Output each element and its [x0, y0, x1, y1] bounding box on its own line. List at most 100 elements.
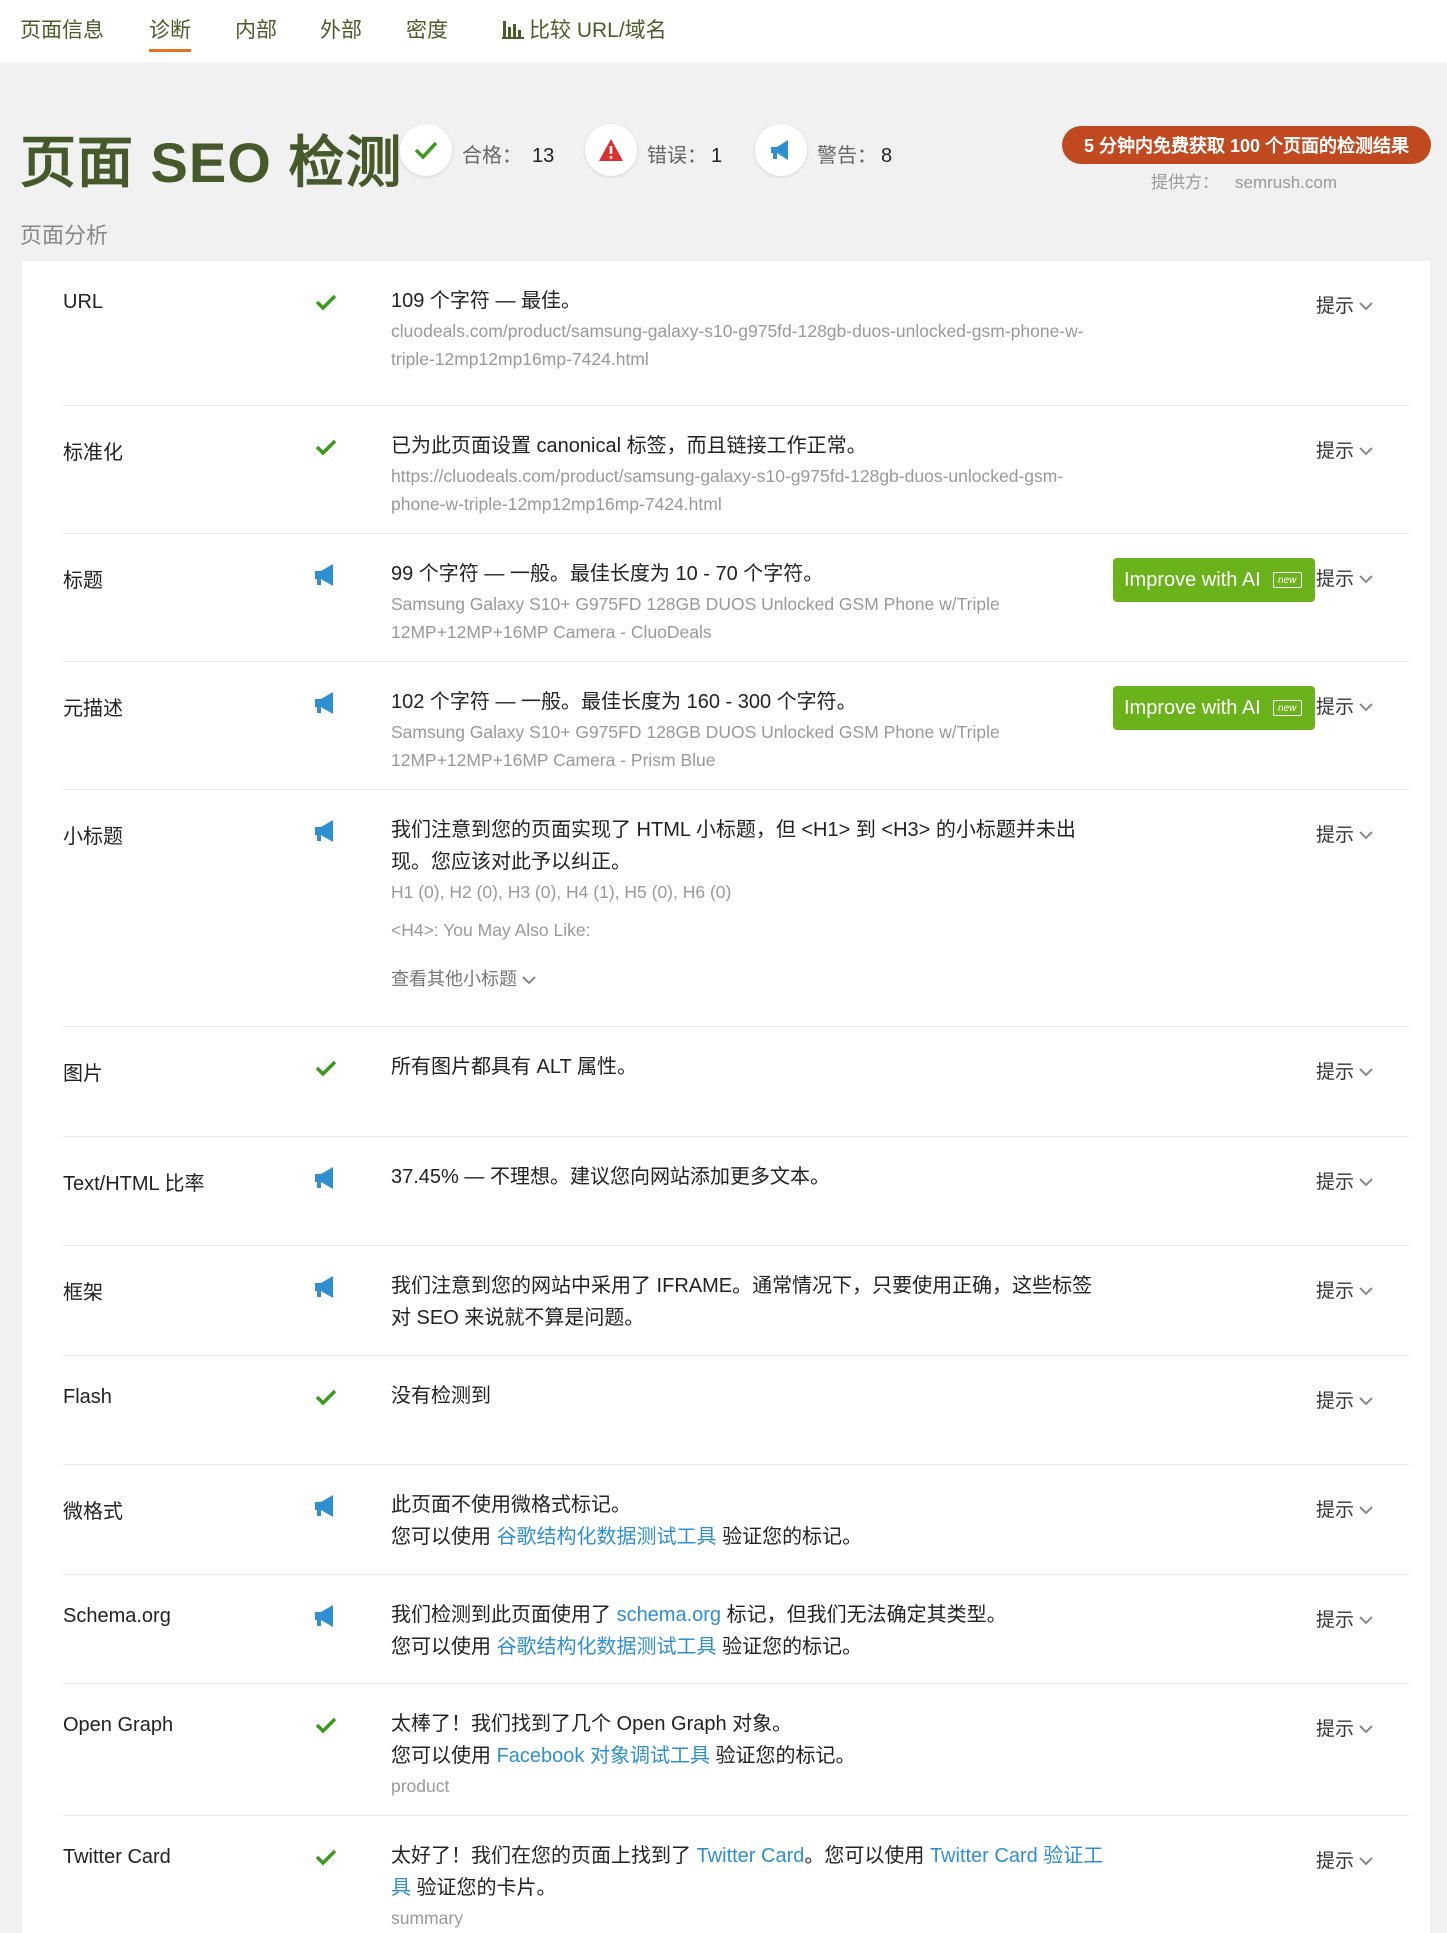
- row-name: Flash: [63, 1386, 112, 1408]
- row-main: 已为此页面设置 canonical 标签，而且链接工作正常。: [391, 435, 867, 457]
- warning-label: 警告：: [817, 145, 877, 167]
- row-sub: Samsung Galaxy S10+ G975FD 128GB DUOS Un…: [391, 722, 1000, 770]
- chevron-down-icon: [1359, 1725, 1373, 1734]
- row-sub: summary: [391, 1908, 463, 1928]
- schema-org-link[interactable]: schema.org: [617, 1604, 722, 1626]
- hint-toggle[interactable]: 提示: [1316, 436, 1373, 463]
- hint-label: 提示: [1316, 441, 1355, 462]
- new-badge: new: [1272, 572, 1302, 588]
- ai-button-label: Improve with AI: [1124, 568, 1261, 591]
- main-mid: 。您可以使用: [804, 1845, 930, 1867]
- warning-count: 8: [881, 145, 893, 167]
- row-name: Schema.org: [63, 1605, 171, 1627]
- hint-toggle[interactable]: 提示: [1316, 1057, 1373, 1084]
- pass-label: 合格：: [462, 145, 522, 167]
- megaphone-icon: [315, 1495, 333, 1517]
- hint-toggle[interactable]: 提示: [1316, 1276, 1373, 1303]
- bar-chart-icon: [502, 21, 524, 39]
- view-more-headings[interactable]: 查看其他小标题: [391, 965, 1111, 991]
- hint-toggle[interactable]: 提示: [1316, 1386, 1373, 1413]
- hint-label: 提示: [1316, 1500, 1355, 1521]
- megaphone-icon: [315, 820, 333, 842]
- row-main: 109 个字符 — 最佳。: [391, 290, 582, 312]
- row-main: 102 个字符 — 一般。最佳长度为 160 - 300 个字符。: [391, 691, 857, 713]
- tab-page-info[interactable]: 页面信息: [20, 14, 104, 44]
- analysis-row-twitter-card: Twitter Card 太好了！我们在您的页面上找到了 Twitter Car…: [63, 1816, 1409, 1933]
- ai-button-label: Improve with AI: [1124, 696, 1261, 719]
- hint-toggle[interactable]: 提示: [1316, 1167, 1373, 1194]
- analysis-row-microformats: 微格式 此页面不使用微格式标记。 您可以使用 谷歌结构化数据测试工具 验证您的标…: [63, 1465, 1409, 1575]
- twitter-card-link[interactable]: Twitter Card: [697, 1845, 805, 1867]
- row-main: 99 个字符 — 一般。最佳长度为 10 - 70 个字符。: [391, 563, 824, 585]
- tab-density[interactable]: 密度: [406, 14, 448, 44]
- improve-with-ai-button[interactable]: Improve with AI new: [1113, 558, 1315, 602]
- row-main: 太棒了！我们找到了几个 Open Graph 对象。: [391, 1713, 793, 1735]
- line2-post: 验证您的标记。: [716, 1526, 863, 1548]
- row-name: 图片: [63, 1063, 103, 1085]
- tab-compare[interactable]: 比较 URL/域名: [502, 14, 667, 44]
- check-icon: [315, 1717, 337, 1734]
- main-post: 验证您的卡片。: [411, 1877, 557, 1899]
- facebook-debugger-link[interactable]: Facebook 对象调试工具: [497, 1745, 710, 1767]
- hint-toggle[interactable]: 提示: [1316, 1846, 1373, 1873]
- top-nav: 页面信息 诊断 内部 外部 密度 比较 URL/域名: [0, 0, 1447, 62]
- check-icon: [315, 1060, 337, 1077]
- view-more-label: 查看其他小标题: [391, 969, 517, 989]
- check-icon: [315, 439, 337, 456]
- main-pre: 太好了！我们在您的页面上找到了: [391, 1845, 697, 1867]
- megaphone-icon: [315, 564, 333, 586]
- analysis-row-text-html-ratio: Text/HTML 比率 37.45% — 不理想。建议您向网站添加更多文本。 …: [63, 1137, 1409, 1246]
- hint-label: 提示: [1316, 1610, 1355, 1631]
- row-main: 我们注意到您的页面实现了 HTML 小标题，但 <H1> 到 <H3> 的小标题…: [391, 819, 1076, 873]
- chevron-down-icon: [1359, 703, 1373, 712]
- improve-with-ai-button[interactable]: Improve with AI new: [1113, 686, 1315, 730]
- hint-toggle[interactable]: 提示: [1316, 820, 1373, 847]
- provider-link[interactable]: semrush.com: [1235, 173, 1337, 192]
- hint-label: 提示: [1316, 296, 1355, 317]
- tab-external[interactable]: 外部: [320, 14, 362, 44]
- megaphone-icon: [315, 1167, 333, 1189]
- google-structured-data-link[interactable]: 谷歌结构化数据测试工具: [497, 1526, 717, 1548]
- hint-toggle[interactable]: 提示: [1316, 692, 1373, 719]
- pass-count: 13: [532, 145, 555, 167]
- row-sub: https://cluodeals.com/product/samsung-ga…: [391, 466, 1064, 514]
- row-name: Open Graph: [63, 1714, 174, 1736]
- line2-pre: 您可以使用: [391, 1526, 497, 1548]
- tab-internal[interactable]: 内部: [235, 14, 277, 44]
- line2-pre: 您可以使用: [391, 1745, 497, 1767]
- row-sub: Samsung Galaxy S10+ G975FD 128GB DUOS Un…: [391, 594, 1000, 642]
- check-icon: [315, 1849, 337, 1866]
- hint-label: 提示: [1316, 1062, 1355, 1083]
- check-icon: [315, 294, 337, 311]
- google-structured-data-link[interactable]: 谷歌结构化数据测试工具: [497, 1636, 717, 1658]
- new-badge: new: [1272, 700, 1302, 716]
- row-main: 我们注意到您的网站中采用了 IFRAME。通常情况下，只要使用正确，这些标签对 …: [391, 1275, 1093, 1329]
- row-main: 没有检测到: [391, 1385, 491, 1407]
- hint-toggle[interactable]: 提示: [1316, 1714, 1373, 1741]
- hint-toggle[interactable]: 提示: [1316, 1495, 1373, 1522]
- chevron-down-icon: [1359, 1068, 1373, 1077]
- analysis-row-title: 标题 99 个字符 — 一般。最佳长度为 10 - 70 个字符。 Samsun…: [63, 534, 1409, 662]
- analysis-row-schema-org: Schema.org 我们检测到此页面使用了 schema.org 标记，但我们…: [63, 1575, 1409, 1684]
- hint-toggle[interactable]: 提示: [1316, 291, 1373, 318]
- row-main: 此页面不使用微格式标记。: [391, 1494, 631, 1516]
- hint-toggle[interactable]: 提示: [1316, 1605, 1373, 1632]
- row-name: 标题: [63, 570, 103, 592]
- hint-label: 提示: [1316, 1281, 1355, 1302]
- main-post: 标记，但我们无法确定其类型。: [721, 1604, 1007, 1626]
- hint-label: 提示: [1316, 1172, 1355, 1193]
- chevron-down-icon: [1359, 447, 1373, 456]
- section-label: 页面分析: [20, 223, 109, 248]
- promo-button[interactable]: 5 分钟内免费获取 100 个页面的检测结果: [1062, 126, 1431, 164]
- chevron-down-icon: [522, 976, 536, 985]
- megaphone-icon: [315, 692, 333, 714]
- row-name: 小标题: [63, 826, 123, 848]
- tab-compare-label: 比较 URL/域名: [529, 19, 667, 42]
- row-name: URL: [63, 291, 104, 313]
- analysis-row-flash: Flash 没有检测到 提示: [63, 1356, 1409, 1465]
- analysis-row-url: URL 109 个字符 — 最佳。 cluodeals.com/product/…: [63, 261, 1409, 406]
- hint-toggle[interactable]: 提示: [1316, 564, 1373, 591]
- analysis-panel: URL 109 个字符 — 最佳。 cluodeals.com/product/…: [22, 261, 1430, 1933]
- tab-diagnostics[interactable]: 诊断: [149, 14, 191, 52]
- chevron-down-icon: [1359, 1506, 1373, 1515]
